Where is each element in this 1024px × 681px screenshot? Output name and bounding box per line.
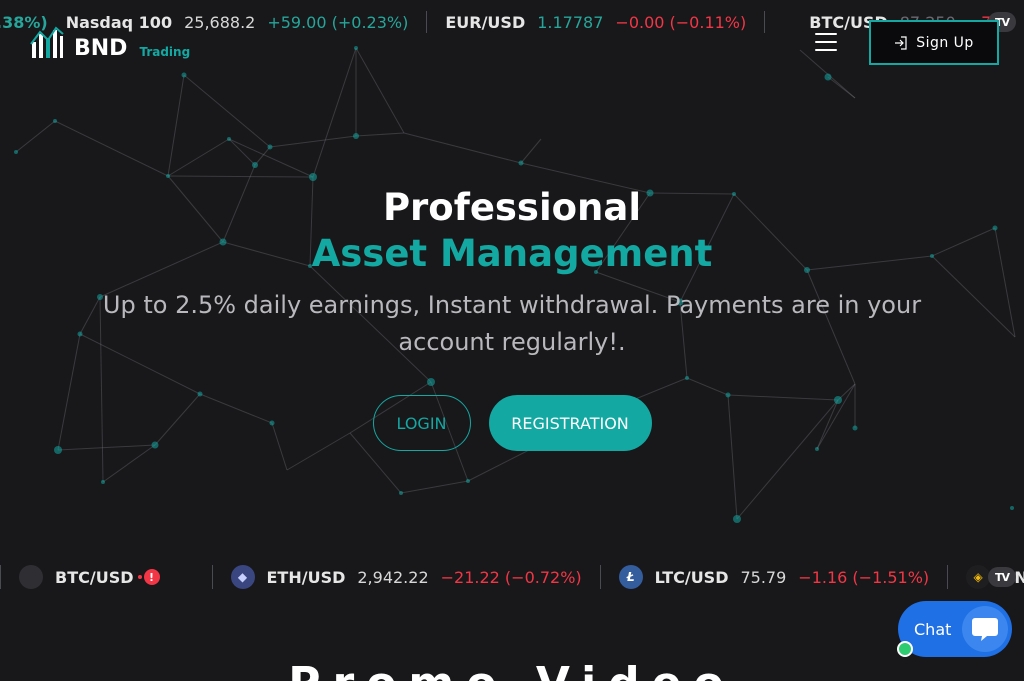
btc-icon: [19, 565, 43, 589]
ticker-price: 25,688.2: [184, 12, 256, 32]
ltc-icon: Ł: [618, 565, 643, 589]
registration-button[interactable]: REGISTRATION: [488, 395, 652, 451]
bnb-icon: ◈: [966, 565, 991, 589]
ticker-symbol: EUR/USD: [445, 12, 526, 32]
tradingview-logo-icon[interactable]: TV: [988, 567, 1016, 587]
ticker-change: −21.22 (−0.72%): [440, 567, 582, 587]
hero-title: Professional: [382, 186, 642, 229]
login-button[interactable]: LOGIN: [372, 395, 471, 451]
ticker-price: 75.79: [740, 567, 787, 587]
menu-toggle-icon[interactable]: [815, 33, 837, 51]
chat-button[interactable]: Chat: [897, 601, 1012, 657]
ticker-item-eth[interactable]: ◆ ETH/USD 2,942.22 −21.22 (−0.72%): [211, 565, 600, 589]
chat-label: Chat: [914, 619, 952, 639]
signup-label: Sign Up: [916, 34, 974, 51]
hero-description: Up to 2.5% daily earnings, Instant withd…: [102, 291, 922, 356]
brand-name: BND: [74, 36, 128, 61]
ticker-item-ltc[interactable]: Ł LTC/USD 75.79 −1.16 (−1.51%): [599, 565, 948, 589]
crypto-ticker[interactable]: BTC/USD ! ◆ ETH/USD 2,942.22 −21.22 (−0.…: [0, 560, 1024, 594]
warning-icon: !: [137, 569, 160, 585]
ticker-change: −1.16 (−1.51%): [798, 567, 930, 587]
ticker-symbol: LTC/USD: [654, 567, 729, 587]
ticker-symbol: BTC/USD: [55, 567, 134, 587]
ticker-change: +59.00 (+0.23%): [267, 12, 409, 32]
ticker-item-btc[interactable]: BTC/USD !: [0, 565, 178, 589]
brand-logo[interactable]: BND Trading: [30, 24, 190, 60]
hero-accent-title: Asset Management: [311, 232, 713, 275]
ticker-change: −0.00 (−0.11%): [615, 12, 747, 32]
hero-actions: LOGIN REGISTRATION: [0, 395, 1024, 451]
ticker-price: 2,942.22: [357, 567, 429, 587]
login-arrow-icon: [895, 35, 907, 50]
ticker-price: 1.17787: [537, 12, 604, 32]
chat-bubble-icon: [962, 606, 1008, 652]
promo-video-heading: Promo Video: [0, 658, 1024, 681]
hero-section: Professional Asset Management Up to 2.5%…: [0, 185, 1024, 451]
ticker-item-eurusd[interactable]: EUR/USD 1.17787 −0.00 (−0.11%): [426, 11, 764, 33]
signup-button[interactable]: Sign Up: [869, 20, 999, 65]
ticker-symbol: ETH/USD: [266, 567, 346, 587]
brand-subtitle: Trading: [139, 45, 191, 59]
online-status-indicator: [897, 641, 913, 657]
brand-mark-icon: [30, 26, 64, 58]
eth-icon: ◆: [230, 565, 255, 589]
